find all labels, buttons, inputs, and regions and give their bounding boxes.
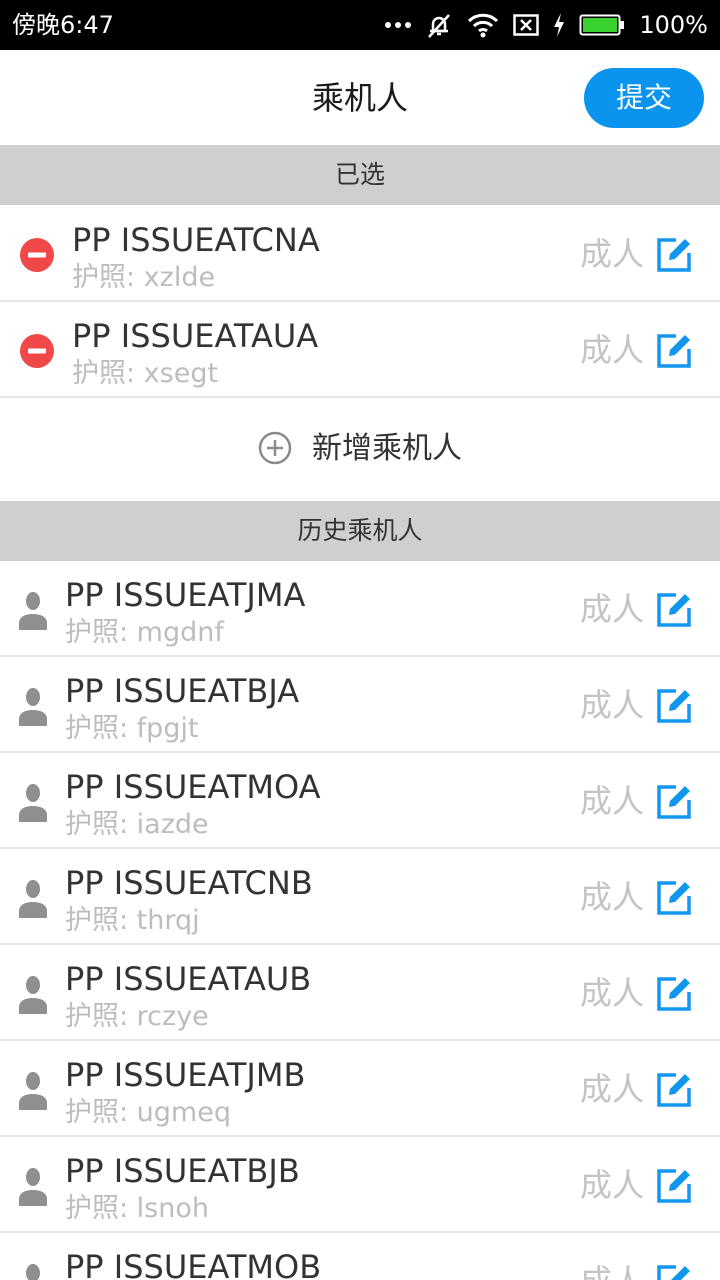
battery-percent: 100% <box>639 11 708 39</box>
passenger-name: PP ISSUEATAUA <box>72 317 319 355</box>
edit-icon[interactable] <box>656 1168 692 1204</box>
edit-icon[interactable] <box>656 880 692 916</box>
passenger-name: PP ISSUEATAUB <box>65 960 312 998</box>
silent-bell-icon <box>425 11 453 39</box>
passenger-name: PP ISSUEATCNA <box>72 221 320 259</box>
passenger-type: 成人 <box>580 590 645 628</box>
edit-icon[interactable] <box>656 1264 692 1280</box>
passenger-type: 成人 <box>580 878 645 916</box>
passenger-type: 成人 <box>580 686 645 724</box>
history-passenger-row[interactable]: PP ISSUEATBJA 护照: fpgjt 成人 <box>0 657 720 753</box>
edit-icon[interactable] <box>656 592 692 628</box>
passenger-passport: 护照: lsnoh <box>65 1193 209 1224</box>
passenger-passport: 护照: xzlde <box>72 262 216 293</box>
selected-passenger-row[interactable]: PP ISSUEATAUA 护照: xsegt 成人 <box>0 302 720 398</box>
passenger-name: PP ISSUEATJMA <box>65 576 306 614</box>
edit-icon[interactable] <box>656 237 692 273</box>
person-icon <box>19 1168 47 1206</box>
no-sim-icon <box>513 14 540 36</box>
submit-button[interactable]: 提交 <box>584 68 704 128</box>
person-icon <box>19 880 47 918</box>
edit-icon[interactable] <box>656 333 692 369</box>
passenger-passport: 护照: rczye <box>65 1001 209 1032</box>
passenger-type: 成人 <box>580 235 645 273</box>
passenger-name: PP ISSUEATMOA <box>65 768 321 806</box>
wifi-icon <box>467 12 499 38</box>
passenger-name: PP ISSUEATBJA <box>65 672 300 710</box>
history-passenger-row[interactable]: PP ISSUEATAUB 护照: rczye 成人 <box>0 945 720 1041</box>
passenger-passport: 护照: ugmeq <box>65 1097 231 1128</box>
status-time: 傍晚6:47 <box>12 11 114 39</box>
edit-icon[interactable] <box>656 784 692 820</box>
passenger-name: PP ISSUEATCNB <box>65 864 313 902</box>
passenger-name: PP ISSUEATJMB <box>65 1056 306 1094</box>
person-icon <box>19 784 47 822</box>
passenger-type: 成人 <box>580 331 645 369</box>
history-passenger-row[interactable]: PP ISSUEATBJB 护照: lsnoh 成人 <box>0 1137 720 1233</box>
history-passenger-row[interactable]: PP ISSUEATJMA 护照: mgdnf 成人 <box>0 561 720 657</box>
history-passenger-row[interactable]: PP ISSUEATCNB 护照: thrqj 成人 <box>0 849 720 945</box>
person-icon <box>19 688 47 726</box>
passenger-passport: 护照: fpgjt <box>65 713 199 744</box>
minus-circle-icon[interactable] <box>20 238 54 272</box>
plus-circle-icon <box>258 431 292 465</box>
passenger-passport: 护照: xsegt <box>72 358 219 389</box>
edit-icon[interactable] <box>656 976 692 1012</box>
history-passenger-row[interactable]: PP ISSUEATJMB 护照: ugmeq 成人 <box>0 1041 720 1137</box>
history-passenger-row[interactable]: PP ISSUEATMOA 护照: iazde 成人 <box>0 753 720 849</box>
passenger-passport: 护照: thrqj <box>65 905 200 936</box>
more-dots-icon <box>385 21 412 29</box>
edit-icon[interactable] <box>656 688 692 724</box>
passenger-type: 成人 <box>580 1070 645 1108</box>
edit-icon[interactable] <box>656 1072 692 1108</box>
add-passenger-button[interactable]: 新增乘机人 <box>0 399 720 501</box>
history-passenger-row[interactable]: PP ISSUEATMOB 成人 <box>0 1233 720 1280</box>
passenger-name: PP ISSUEATBJB <box>65 1152 300 1190</box>
status-icons: 100% <box>385 8 708 42</box>
history-section-header: 历史乘机人 <box>0 501 720 561</box>
selected-section-header: 已选 <box>0 145 720 205</box>
charging-icon <box>553 13 565 37</box>
minus-circle-icon[interactable] <box>20 334 54 368</box>
passenger-passport: 护照: iazde <box>65 809 209 840</box>
passenger-passport: 护照: mgdnf <box>65 617 224 648</box>
add-passenger-label: 新增乘机人 <box>312 431 462 466</box>
battery-icon <box>579 14 625 36</box>
passenger-type: 成人 <box>580 1166 645 1204</box>
passenger-type: 成人 <box>580 782 645 820</box>
person-icon <box>19 592 47 630</box>
selected-passenger-row[interactable]: PP ISSUEATCNA 护照: xzlde 成人 <box>0 206 720 302</box>
status-bar: 傍晚6:47 100% <box>0 0 720 50</box>
person-icon <box>19 976 47 1014</box>
header: 乘机人 提交 <box>0 50 720 145</box>
passenger-name: PP ISSUEATMOB <box>65 1248 322 1280</box>
passenger-type: 成人 <box>580 1261 644 1280</box>
passenger-type: 成人 <box>580 974 645 1012</box>
person-icon <box>26 1264 40 1280</box>
person-icon <box>19 1072 47 1110</box>
